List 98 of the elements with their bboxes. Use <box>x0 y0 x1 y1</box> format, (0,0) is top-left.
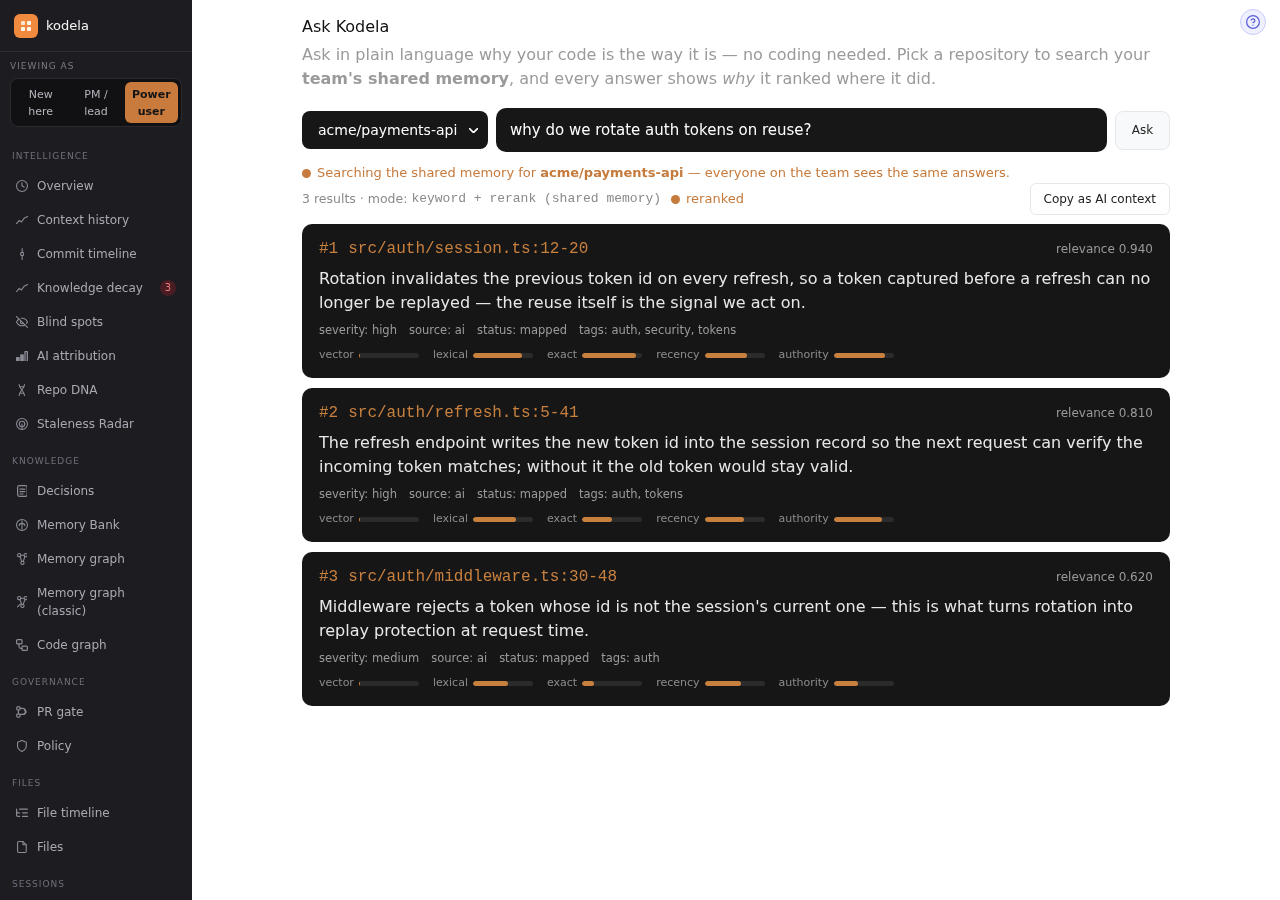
meta-item: severity: medium <box>319 650 420 667</box>
score-label: exact <box>546 348 578 362</box>
nav-item[interactable]: Context history <box>0 203 192 237</box>
nav-item[interactable]: Memory graph <box>0 542 192 576</box>
nav-item[interactable]: Blind spots <box>0 305 192 339</box>
nav-item[interactable]: AI attribution <box>0 339 192 373</box>
graph-icon <box>16 596 28 608</box>
meta-item: source: ai <box>408 486 465 503</box>
score-label: authority <box>778 512 829 526</box>
score-label: recency <box>656 348 700 362</box>
nav-item[interactable]: Knowledge decay 3 <box>0 271 192 305</box>
file-location[interactable]: src/auth/refresh.ts:5-41 <box>348 403 579 423</box>
result-rank: #3 <box>319 567 339 587</box>
score-label: recency <box>656 512 700 526</box>
section-label: GOVERNANCE <box>11 676 87 689</box>
score-label: vector <box>319 348 354 362</box>
commit-icon <box>19 248 25 260</box>
section-label: KNOWLEDGE <box>11 455 81 468</box>
nav-item[interactable]: Staleness Radar <box>0 407 192 441</box>
view-option[interactable]: New here <box>14 82 68 123</box>
bar-chart-icon <box>16 350 28 362</box>
file-icon <box>17 841 27 853</box>
view-option[interactable]: Power user <box>124 82 178 123</box>
nav-item[interactable]: Decisions <box>0 474 192 508</box>
nav-item[interactable]: File timeline <box>0 796 192 830</box>
line-chart-icon <box>16 283 28 293</box>
clock-icon <box>16 180 28 192</box>
document-icon <box>16 485 28 497</box>
meta-item: severity: high <box>319 486 397 503</box>
nav-item[interactable]: Files <box>0 830 192 864</box>
nav-item[interactable]: Commit timeline <box>0 237 192 271</box>
score-label: authority <box>778 348 829 362</box>
section-label: SESSIONS <box>11 878 66 891</box>
nav-item[interactable]: Memory graph (classic) <box>0 576 192 628</box>
score-label: authority <box>778 676 829 690</box>
nav-item[interactable]: Overview <box>0 169 192 203</box>
results-summary: 3 results · mode: <box>302 190 408 208</box>
nav-item[interactable]: Memory Bank <box>0 508 192 542</box>
score-label: exact <box>546 512 578 526</box>
score-label: lexical <box>432 512 468 526</box>
ask-button[interactable]: Ask <box>1115 110 1170 150</box>
page-description: Ask in plain language why your code is the way it is — no coding needed. Pick a repository to search your team's shared memory, and every answer shows why it ranked where it did. <box>302 44 1151 90</box>
score-label: vector <box>319 512 354 526</box>
meta-item: source: ai <box>431 650 488 667</box>
nav-item[interactable]: Repo DNA <box>0 373 192 407</box>
meta-item: tags: auth, security, tokens <box>579 322 737 339</box>
meta-item: source: ai <box>408 322 465 339</box>
view-option[interactable]: PM / lead <box>69 82 123 123</box>
meta-item: status: mapped <box>499 650 590 667</box>
meta-item: tags: auth <box>601 650 660 667</box>
result-summary: Middleware rejects a token whose id is not the session's current one — this is what turns rotation into replay protection at request time. <box>319 596 1135 642</box>
shield-icon <box>17 740 27 752</box>
brand-name: kodela <box>46 16 89 35</box>
section-label: INTELLIGENCE <box>11 150 90 163</box>
nav-item[interactable]: Code graph <box>0 628 192 662</box>
question-field[interactable]: why do we rotate auth tokens on reuse? <box>496 108 1107 152</box>
relevance-score: relevance 0.620 <box>1056 569 1153 586</box>
section-label: FILES <box>11 777 43 790</box>
graph-icon <box>16 553 28 565</box>
meta-item: severity: high <box>319 322 397 339</box>
dna-icon <box>18 384 26 396</box>
relevance-score: relevance 0.940 <box>1056 241 1153 258</box>
file-location[interactable]: src/auth/middleware.ts:30-48 <box>348 567 618 587</box>
meta-item: status: mapped <box>476 322 567 339</box>
nav-item[interactable]: Policy <box>0 729 192 763</box>
scope-notice: Searching the shared memory for acme/payments-api — everyone on the team sees the same answers. <box>317 164 1010 182</box>
meta-item: status: mapped <box>476 486 567 503</box>
split-circle-icon <box>16 519 28 531</box>
score-label: lexical <box>432 676 468 690</box>
page-title: Ask Kodela <box>302 16 391 38</box>
copy-context-button[interactable]: Copy as AI context <box>1029 183 1170 215</box>
diagram-icon <box>16 639 28 651</box>
logo-icon <box>14 13 38 38</box>
result-rank: #2 <box>319 403 339 423</box>
line-chart-icon <box>16 215 28 225</box>
score-label: exact <box>546 676 578 690</box>
result-summary: Rotation invalidates the previous token id on every refresh, so a token captured before a refresh can no longer be replayed — the reuse itself is the signal we act on. <box>319 268 1152 314</box>
chevron-down-icon <box>469 127 478 133</box>
search-mode: keyword + rerank (shared memory) <box>411 190 662 208</box>
target-icon <box>16 418 28 430</box>
section-label: VIEWING AS <box>9 60 76 72</box>
repository-select[interactable]: acme/payments-api <box>302 111 488 149</box>
result-rank: #1 <box>319 239 339 259</box>
result-summary: The refresh endpoint writes the new token id into the session record so the next request can verify the incoming token matches; without it the old token would stay valid. <box>319 432 1144 478</box>
help-button[interactable] <box>1240 9 1266 35</box>
score-label: recency <box>656 676 700 690</box>
rerank-status: reranked <box>686 190 744 208</box>
list-tree-icon <box>16 808 28 818</box>
branch-icon <box>16 706 28 718</box>
eye-off-icon <box>16 316 28 328</box>
nav-item[interactable]: PR gate <box>0 695 192 729</box>
score-label: vector <box>319 676 354 690</box>
file-location[interactable]: src/auth/session.ts:12-20 <box>348 239 589 259</box>
meta-item: tags: auth, tokens <box>579 486 683 503</box>
score-label: lexical <box>432 348 468 362</box>
help-icon <box>1246 15 1260 29</box>
count-badge: 3 <box>160 280 176 296</box>
relevance-score: relevance 0.810 <box>1056 405 1153 422</box>
